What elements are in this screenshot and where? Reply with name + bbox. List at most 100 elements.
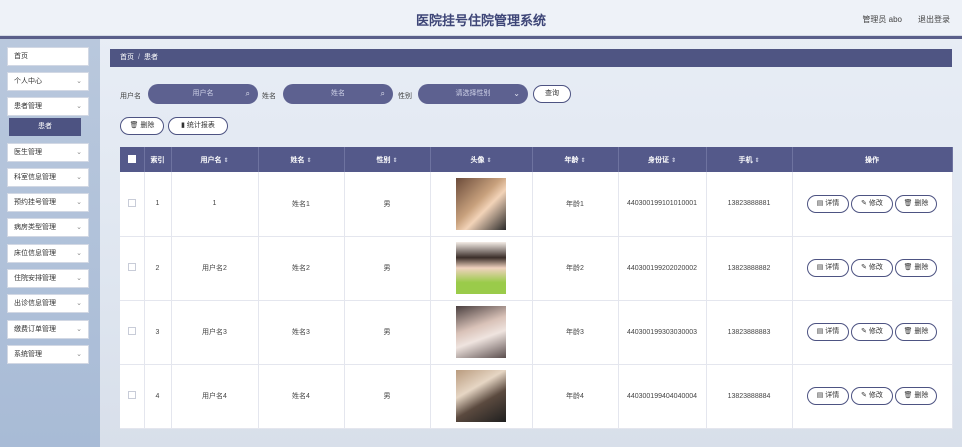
cell-age: 年龄3: [532, 300, 619, 365]
delete-button[interactable]: 🗑 删除: [895, 194, 937, 213]
document-icon: ▤: [816, 199, 824, 207]
detail-label: 详情: [825, 328, 840, 335]
sidebar-item-system[interactable]: 系统管理 ⌄: [7, 345, 89, 364]
edit-button[interactable]: ✎ 修改: [851, 194, 893, 213]
sidebar-item-beds[interactable]: 床位信息管理 ⌄: [7, 244, 89, 263]
edit-button[interactable]: ✎ 修改: [851, 259, 893, 277]
detail-button[interactable]: ▤ 详情: [807, 194, 849, 213]
avatar[interactable]: [456, 242, 506, 294]
chevron-down-icon: ⌄: [76, 174, 82, 181]
sidebar-item-personal[interactable]: 个人中心 ⌄: [7, 72, 89, 91]
sidebar-item-label: 预约挂号管理: [14, 199, 56, 206]
cell-gender: 男: [344, 236, 431, 301]
select-all-checkbox[interactable]: [120, 147, 145, 172]
pencil-icon: ✎: [861, 199, 867, 207]
detail-label: 详情: [825, 392, 840, 399]
col-label: 手机: [738, 156, 753, 164]
breadcrumb-current: 患者: [143, 54, 158, 61]
delete-button[interactable]: 🗑 删除: [895, 259, 937, 277]
row-checkbox[interactable]: [120, 364, 145, 429]
detail-button[interactable]: ▤ 详情: [807, 259, 849, 277]
sidebar-item-ward-types[interactable]: 病房类型管理 ⌄: [7, 218, 89, 237]
sort-icon: ⇕: [306, 157, 312, 164]
sidebar-item-payments[interactable]: 缴费订单管理 ⌄: [7, 320, 89, 339]
cell-index: 3: [144, 300, 172, 365]
chevron-down-icon: ⌄: [76, 224, 82, 231]
delete-label: 删除: [914, 392, 929, 399]
edit-button[interactable]: ✎ 修改: [851, 323, 893, 341]
delete-label: 删除: [914, 264, 929, 271]
detail-button[interactable]: ▤ 详情: [807, 387, 849, 405]
cell-idcard: 440300199202020002: [618, 236, 707, 301]
sort-icon: ⇕: [580, 157, 586, 164]
current-user: 管理员 abo: [862, 15, 902, 24]
breadcrumb-home[interactable]: 首页: [120, 54, 134, 61]
sidebar-item-label: 病房类型管理: [14, 224, 56, 231]
delete-button[interactable]: 🗑 删除: [895, 387, 937, 405]
detail-button[interactable]: ▤ 详情: [807, 323, 849, 341]
row-checkbox[interactable]: [120, 300, 145, 365]
sidebar-item-label: 首页: [14, 53, 28, 60]
delete-label: 删除: [914, 199, 929, 207]
col-age[interactable]: 年龄 ⇕: [532, 147, 619, 172]
username-placeholder: 用户名: [192, 90, 214, 97]
sidebar-item-label: 住院安排管理: [14, 275, 56, 282]
chevron-down-icon: ⌄: [76, 250, 82, 257]
col-phone[interactable]: 手机 ⇕: [706, 147, 793, 172]
col-label: 姓名: [290, 156, 305, 164]
col-index: 索引: [144, 147, 172, 172]
col-username[interactable]: 用户名 ⇕: [171, 147, 259, 172]
table-row: 3 用户名3 姓名3 男 年龄3 440300199303030003 1382…: [120, 300, 953, 365]
row-checkbox[interactable]: [120, 172, 145, 237]
col-avatar[interactable]: 头像 ⇕: [430, 147, 533, 172]
col-label: 头像: [470, 156, 485, 164]
stats-report-button[interactable]: ▮ 统计报表: [168, 117, 228, 135]
cell-phone: 13823888881: [706, 172, 793, 237]
trash-icon: 🗑: [903, 199, 913, 207]
col-name[interactable]: 姓名 ⇕: [258, 147, 345, 172]
sidebar-item-patients[interactable]: 患者管理 ⌄: [7, 97, 89, 116]
cell-username: 用户名4: [171, 364, 259, 429]
name-placeholder: 姓名: [331, 90, 345, 97]
patients-table: 索引 用户名 ⇕ 姓名 ⇕ 性别 ⇕ 头像 ⇕ 年龄 ⇕ 身份证 ⇕ 手机 ⇕ 操作 1 1 …: [120, 147, 953, 429]
row-checkbox[interactable]: [120, 236, 145, 301]
edit-button[interactable]: ✎ 修改: [851, 387, 893, 405]
sidebar-subitem-patient[interactable]: 患者: [9, 118, 81, 136]
avatar[interactable]: [456, 177, 506, 230]
sort-icon: ⇕: [670, 157, 677, 164]
avatar[interactable]: [456, 306, 506, 358]
sidebar-item-hospitalization[interactable]: 住院安排管理 ⌄: [7, 269, 89, 288]
sidebar-item-home[interactable]: 首页: [7, 47, 89, 66]
cell-gender: 男: [344, 300, 431, 365]
sidebar-item-doctors[interactable]: 医生管理 ⌄: [7, 143, 89, 162]
col-idcard[interactable]: 身份证 ⇕: [618, 147, 707, 172]
col-actions: 操作: [792, 147, 953, 172]
cell-gender: 男: [344, 364, 431, 429]
username-label: 用户名: [120, 93, 141, 100]
gender-label: 性别: [398, 93, 412, 100]
sidebar-item-label: 缴费订单管理: [14, 326, 56, 333]
name-input[interactable]: 姓名 ⌕: [283, 84, 393, 104]
sidebar-item-visits[interactable]: 出诊信息管理 ⌄: [7, 294, 89, 313]
trash-icon: 🗑: [903, 328, 913, 335]
query-button[interactable]: 查询: [533, 85, 571, 103]
pencil-icon: ✎: [861, 328, 867, 335]
logout-link[interactable]: 退出登录: [918, 14, 950, 25]
sidebar-item-appointments[interactable]: 预约挂号管理 ⌄: [7, 193, 89, 212]
cell-phone: 13823888882: [706, 236, 793, 301]
cell-name: 姓名3: [258, 300, 345, 365]
batch-delete-label: 删除: [140, 122, 155, 129]
avatar[interactable]: [456, 370, 506, 422]
chevron-down-icon: ⌄: [76, 326, 82, 333]
sidebar-item-departments[interactable]: 科室信息管理 ⌄: [7, 168, 89, 187]
chevron-down-icon: ⌄: [76, 351, 82, 358]
batch-delete-button[interactable]: 🗑 删除: [120, 117, 164, 135]
delete-button[interactable]: 🗑 删除: [895, 323, 937, 341]
cell-phone: 13823888884: [706, 364, 793, 429]
col-gender[interactable]: 性别 ⇕: [344, 147, 431, 172]
username-input[interactable]: 用户名 ⌕: [148, 84, 258, 104]
gender-select[interactable]: 请选择性别 ⌄: [418, 84, 528, 104]
delete-label: 删除: [914, 328, 929, 335]
sort-icon: ⇕: [754, 157, 760, 164]
sort-icon: ⇕: [486, 157, 492, 164]
